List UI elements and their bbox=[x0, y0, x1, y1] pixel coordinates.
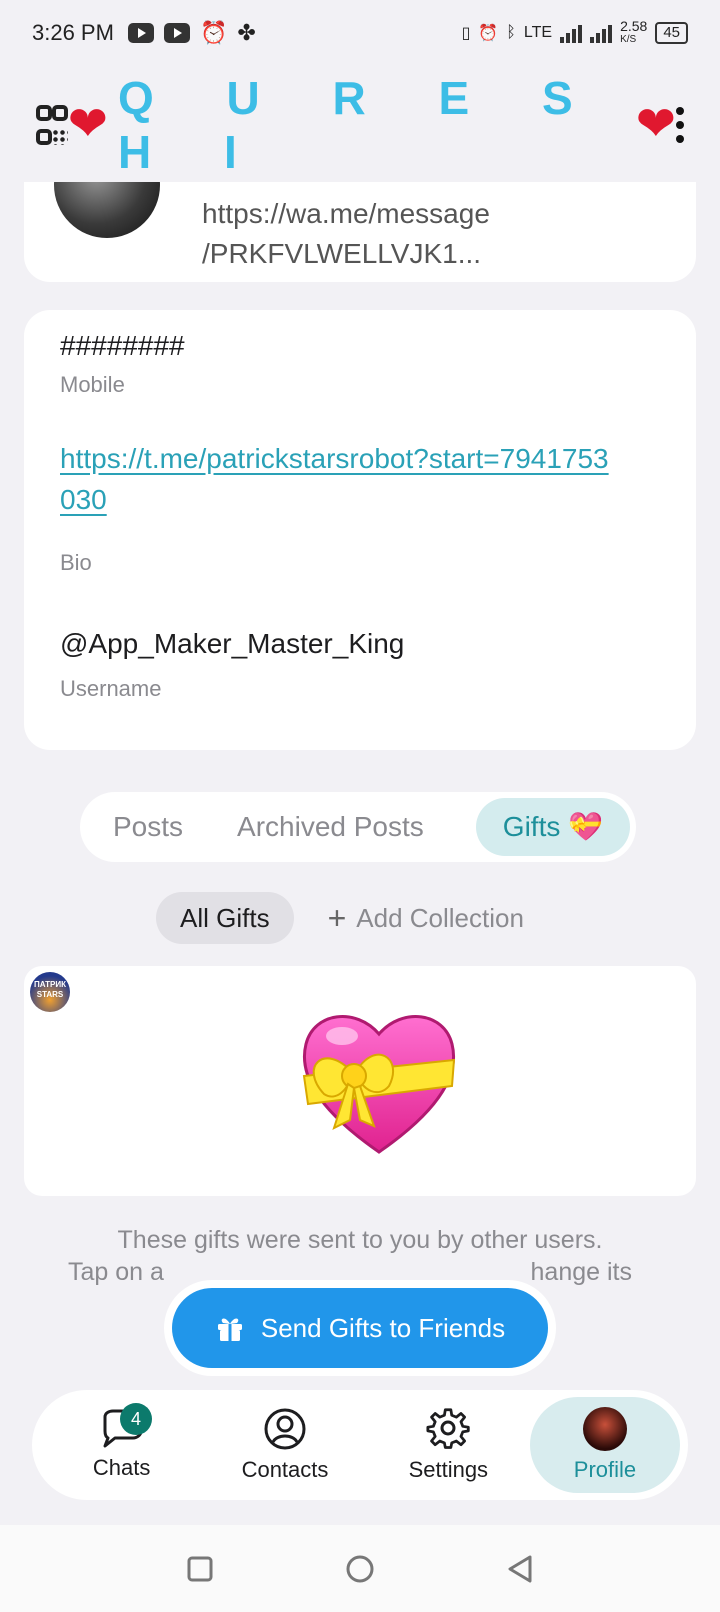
profile-tabs: Posts Archived Posts Gifts 💝 bbox=[80, 792, 636, 862]
status-indicators: ▯ ⏰ ᛒ LTE 2.58 K/S 45 bbox=[462, 19, 688, 47]
send-gifts-button[interactable]: Send Gifts to Friends bbox=[172, 1288, 548, 1368]
status-bar: 3:26 PM ⏰ ✤ ▯ ⏰ ᛒ LTE 2.58 K/S 45 bbox=[0, 0, 720, 66]
nav-chats-label: Chats bbox=[92, 1455, 151, 1480]
nav-contacts-label: Contacts bbox=[241, 1457, 329, 1482]
bottom-nav: 4 Chats Contacts Settings Profile bbox=[32, 1390, 688, 1500]
nav-profile-label: Profile bbox=[573, 1457, 637, 1482]
net-speed: 2.58 K/S bbox=[620, 19, 647, 47]
bio-link[interactable]: https://t.me/patrickstarsrobot?start=794… bbox=[60, 438, 620, 520]
username-label: Username bbox=[60, 676, 162, 701]
back-icon[interactable] bbox=[506, 1554, 534, 1584]
system-nav-bar bbox=[0, 1525, 720, 1612]
more-options-icon[interactable] bbox=[676, 107, 684, 143]
profile-link[interactable]: https://wa.me/message /PRKFVLWELLVJK1... bbox=[202, 194, 490, 274]
youtube-icon bbox=[127, 23, 154, 43]
app-title-text: Q U R E S H I bbox=[117, 72, 603, 178]
net-speed-value: 2.58 bbox=[620, 18, 648, 34]
mobile-value[interactable]: ######## bbox=[60, 330, 185, 362]
add-collection-button[interactable]: + Add Collection bbox=[328, 900, 524, 937]
gear-icon bbox=[426, 1408, 471, 1449]
signal-icon bbox=[560, 23, 583, 43]
fan-icon: ✤ bbox=[237, 20, 256, 45]
info-card: ######## Mobile https://t.me/patrickstar… bbox=[24, 310, 696, 750]
vibrate-icon: ▯ bbox=[461, 25, 471, 42]
app-title: ❤ Q U R E S H I ❤ bbox=[68, 71, 676, 179]
youtube-icon bbox=[163, 23, 190, 43]
heart-icon: ❤ bbox=[635, 98, 676, 151]
tab-posts[interactable]: Posts bbox=[86, 798, 210, 856]
avatar bbox=[582, 1407, 627, 1451]
tab-archived-posts[interactable]: Archived Posts bbox=[210, 798, 451, 856]
unread-badge: 4 bbox=[120, 1403, 152, 1435]
battery-icon: 45 bbox=[655, 22, 688, 44]
qr-code-icon[interactable] bbox=[36, 105, 68, 145]
send-gifts-label: Send Gifts to Friends bbox=[260, 1312, 506, 1343]
gift-icon bbox=[217, 1318, 242, 1341]
status-time: 3:26 PM bbox=[32, 20, 114, 45]
alarm-icon: ⏰ bbox=[478, 25, 499, 42]
nav-chats[interactable]: 4 Chats bbox=[40, 1397, 203, 1493]
gifts-caption: These gifts were sent to you by other us… bbox=[117, 1226, 603, 1254]
bluetooth-icon: ᛒ bbox=[506, 24, 516, 41]
alarm-icon: ⏰ bbox=[199, 20, 228, 45]
collection-chips: All Gifts + Add Collection bbox=[156, 892, 524, 944]
bio-label: Bio bbox=[60, 550, 92, 575]
net-speed-unit: K/S bbox=[620, 34, 637, 45]
gifts-caption-left: Tap on a bbox=[68, 1258, 164, 1286]
mobile-label: Mobile bbox=[60, 372, 125, 397]
sender-avatar: ПАТРИК STARS bbox=[30, 972, 70, 1012]
gifts-caption-right: hange its bbox=[530, 1258, 632, 1286]
home-icon[interactable] bbox=[345, 1554, 375, 1584]
profile-link-line2: /PRKFVLWELLVJK1... bbox=[202, 238, 482, 269]
heart-with-ribbon-icon bbox=[302, 1015, 456, 1154]
nav-settings-label: Settings bbox=[408, 1457, 489, 1482]
profile-card: https://wa.me/message /PRKFVLWELLVJK1... bbox=[24, 182, 696, 282]
tab-gifts[interactable]: Gifts 💝 bbox=[475, 798, 630, 856]
heart-icon: ❤ bbox=[67, 98, 108, 151]
network-type: LTE bbox=[523, 24, 553, 41]
contact-icon bbox=[264, 1408, 306, 1450]
nav-contacts[interactable]: Contacts bbox=[203, 1397, 366, 1493]
add-collection-label: Add Collection bbox=[356, 902, 524, 933]
plus-icon: + bbox=[327, 899, 347, 936]
nav-profile[interactable]: Profile bbox=[529, 1397, 680, 1493]
all-gifts-chip[interactable]: All Gifts bbox=[156, 892, 294, 944]
recent-apps-icon[interactable] bbox=[186, 1555, 214, 1583]
nav-settings[interactable]: Settings bbox=[367, 1397, 530, 1493]
signal-icon bbox=[590, 23, 613, 43]
app-bar: ❤ Q U R E S H I ❤ bbox=[0, 70, 720, 180]
gift-card[interactable]: ПАТРИК STARS bbox=[24, 966, 696, 1196]
profile-link-line1: https://wa.me/message bbox=[202, 198, 490, 229]
avatar[interactable] bbox=[54, 182, 160, 238]
username-value[interactable]: @App_Maker_Master_King bbox=[60, 628, 404, 660]
